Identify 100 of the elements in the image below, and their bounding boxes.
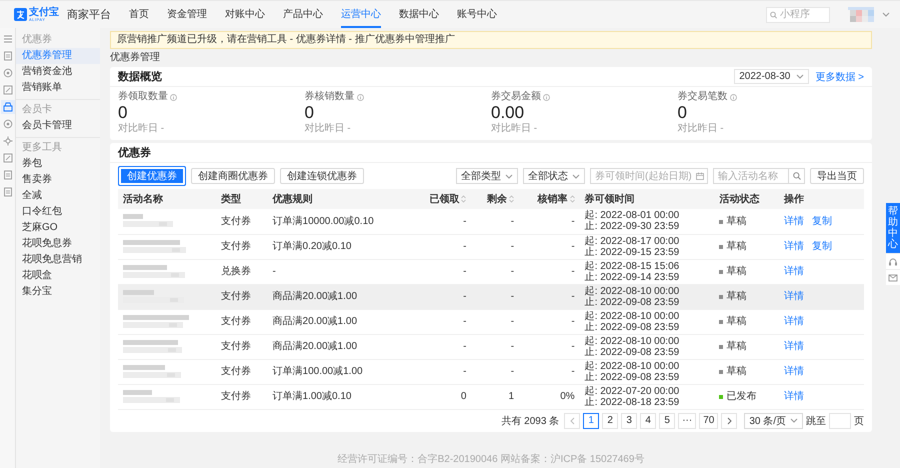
calendar-icon [696, 172, 704, 180]
rail-button[interactable] [0, 151, 14, 165]
headset-icon [888, 256, 898, 266]
blurred-name [123, 314, 189, 330]
breadcrumb: 优惠券管理 [110, 52, 161, 64]
nav-tab[interactable]: 资金管理 [167, 1, 207, 28]
sidebar-item[interactable]: 集分宝 [16, 284, 100, 300]
sidebar-item[interactable]: 花呗盒 [16, 268, 100, 284]
sidebar-item[interactable]: 全减 [16, 188, 100, 204]
filter-select[interactable]: 全部状态 [523, 168, 585, 184]
date-picker[interactable]: 2022-08-30 [734, 69, 810, 84]
table-cell: - [471, 309, 520, 334]
page-button[interactable]: 3 [621, 412, 638, 428]
circle-icon [2, 68, 12, 78]
chevron-left-icon [570, 416, 575, 424]
table-cell: 订单满1.00减0.10 [268, 384, 411, 409]
date-value: 2022-08-30 [739, 71, 790, 82]
sidebar-item[interactable]: 券包 [16, 156, 100, 172]
next-page-button[interactable] [721, 412, 738, 428]
start-time: 起: 2022-08-15 15:06 [584, 260, 680, 272]
sort-icon[interactable] [461, 195, 466, 204]
table-cell: - [471, 284, 520, 309]
table-cell: 订单满0.20减0.10 [268, 234, 411, 259]
page-button[interactable]: 5 [659, 412, 676, 428]
action-link[interactable]: 详情 [784, 316, 804, 327]
sort-icon[interactable] [570, 195, 575, 204]
action-link[interactable]: 详情 [784, 291, 804, 302]
action-link[interactable]: 详情 [784, 241, 804, 252]
nav-tab[interactable]: 账号中心 [457, 1, 497, 28]
start-time: 起: 2022-07-20 00:00 [584, 386, 680, 396]
action-link[interactable]: 复制 [812, 216, 832, 227]
rail-button[interactable] [0, 83, 14, 97]
table-cell: 支付券 [216, 284, 268, 309]
search-button[interactable] [789, 168, 805, 184]
alipay-logo-icon [14, 8, 27, 21]
table-cell: - [471, 334, 520, 359]
page-button[interactable]: 1 [583, 412, 600, 428]
sidebar-item[interactable]: 营销账单 [16, 80, 100, 96]
table-cell: 商品满20.00减1.00 [268, 334, 411, 359]
create-button[interactable]: 创建连锁优惠券 [280, 168, 364, 184]
more-data-link[interactable]: 更多数据 > [815, 70, 864, 84]
nav-tab[interactable]: 运营中心 [341, 1, 381, 28]
footer-text: 经营许可证编号：合字B2-20190046 网站备案：沪ICP备 15027469号 [336, 454, 646, 467]
document-icon [2, 187, 12, 197]
sidebar-group-title: 会员卡 [21, 102, 53, 117]
page-button[interactable]: 4 [640, 412, 656, 428]
table-cell: 支付券 [216, 209, 268, 234]
nav-tab[interactable]: 数据中心 [399, 1, 439, 28]
filter-select[interactable]: 全部类型 [456, 168, 518, 184]
table-cell: 支付券 [216, 334, 268, 359]
page-button[interactable]: ··· [678, 412, 696, 428]
sort-icon[interactable] [509, 195, 514, 204]
action-link[interactable]: 详情 [784, 266, 804, 277]
column-header: 剩余 [487, 194, 508, 205]
sidebar-group-title: 更多工具 [21, 141, 63, 155]
table-cell: - [410, 359, 472, 384]
end-time: 止: 2022-09-08 23:59 [584, 296, 680, 308]
total-count: 共有 2093 条 [501, 414, 560, 428]
table-cell: - [410, 234, 472, 259]
sidebar-item[interactable]: 口令红包 [16, 204, 100, 220]
nav-tab[interactable]: 首页 [129, 1, 149, 28]
action-link[interactable]: 复制 [812, 241, 832, 252]
previous-page-button[interactable] [564, 412, 580, 428]
sidebar-item[interactable]: 花呗免息营销 [16, 252, 100, 268]
action-link[interactable]: 详情 [784, 216, 804, 227]
nav-tab[interactable]: 产品中心 [283, 1, 323, 28]
page-button[interactable]: 2 [602, 412, 618, 428]
caret-icon [790, 418, 798, 423]
page-button[interactable]: 70 [699, 412, 718, 428]
blurred-avatar [848, 6, 874, 22]
action-link[interactable]: 详情 [784, 366, 804, 377]
action-link[interactable]: 详情 [784, 391, 804, 402]
platform-title: 商家平台 [67, 8, 111, 22]
jump-field[interactable] [829, 412, 851, 428]
sidebar-item[interactable]: 售卖券 [16, 172, 100, 188]
action-link[interactable]: 详情 [784, 341, 804, 352]
table-cell: - [471, 234, 520, 259]
sidebar-item[interactable]: 花呗免息券 [16, 236, 100, 252]
sidebar-group-title: 优惠券 [21, 32, 53, 47]
page-size-select[interactable]: 30 条/页 [744, 412, 803, 428]
sidebar-item[interactable]: 芝麻GO [16, 220, 100, 236]
end-time: 止: 2022-09-15 23:59 [584, 246, 680, 258]
create-button[interactable]: 创建商圈优惠券 [191, 168, 275, 184]
date-field[interactable]: 券可领时间(起始日期) [590, 168, 708, 184]
nav-tab[interactable]: 对账中心 [225, 1, 265, 28]
create-button[interactable]: 创建优惠券 [118, 166, 186, 186]
caret-icon [505, 174, 513, 178]
sidebar-item[interactable]: 优惠券管理 [16, 48, 100, 64]
export-button[interactable]: 导出当页 [810, 168, 864, 184]
search-field[interactable]: 小程序 [766, 6, 830, 22]
table-cell: - [519, 209, 580, 234]
sidebar-item[interactable]: 营销资金池 [16, 64, 100, 80]
sidebar-item[interactable]: 会员卡管理 [16, 118, 100, 134]
metric-label: 券核销数量 [304, 91, 354, 103]
rail-button[interactable] [0, 134, 14, 148]
status-text: 草稿 [726, 291, 746, 302]
name-search-field[interactable]: 输入活动名称 [713, 168, 789, 184]
help-center-tab[interactable]: 帮助中心 [886, 203, 900, 253]
table-cell: 支付券 [216, 234, 268, 259]
rail-button[interactable] [0, 100, 14, 114]
